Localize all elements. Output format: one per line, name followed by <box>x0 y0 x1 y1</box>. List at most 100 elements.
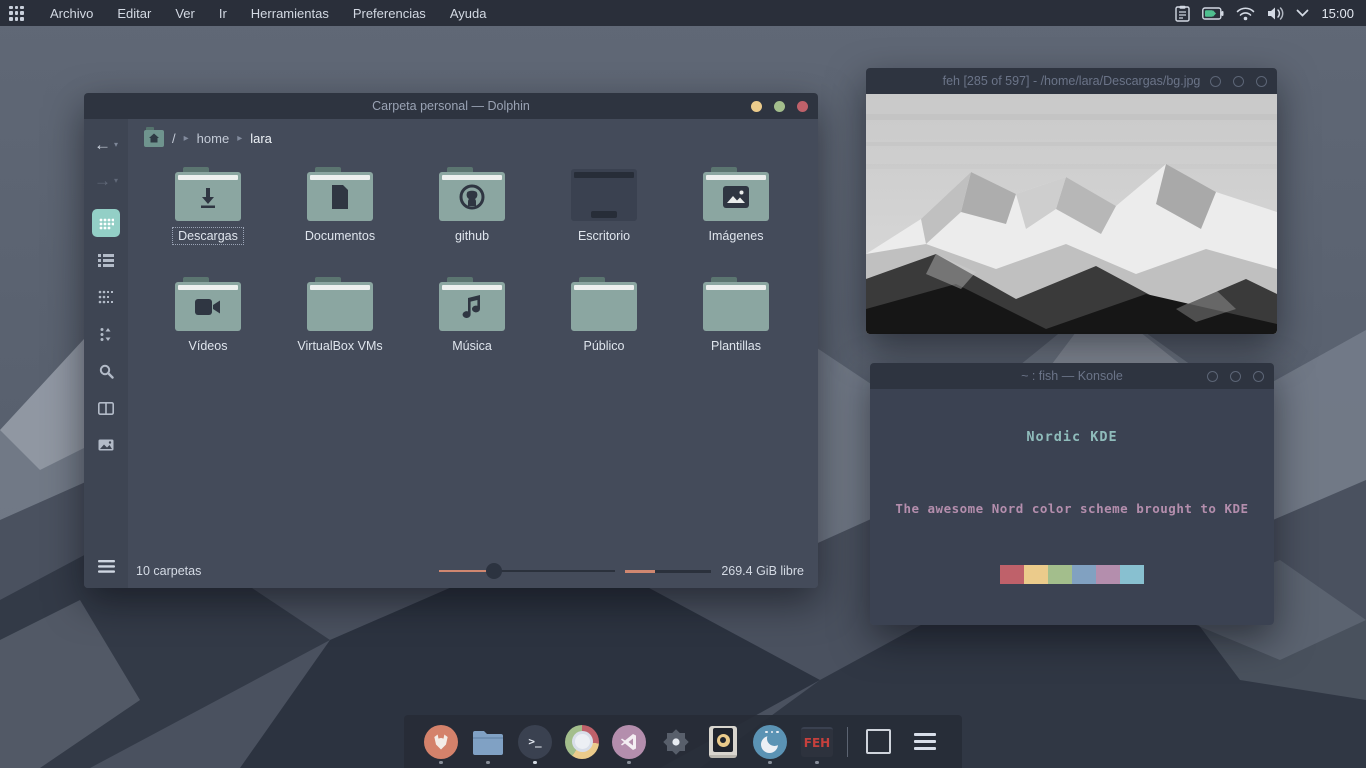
wifi-icon[interactable] <box>1236 6 1255 21</box>
feh-titlebar[interactable]: feh [285 of 597] - /home/lara/Descargas/… <box>866 68 1277 94</box>
slider-knob[interactable] <box>486 563 502 579</box>
chevron-down-icon[interactable] <box>1296 9 1309 17</box>
dock-code-editor[interactable] <box>612 722 646 762</box>
clipboard-icon[interactable] <box>1175 5 1190 22</box>
terminal-message: The awesome Nord color scheme brought to… <box>870 501 1274 516</box>
hamburger-icon <box>914 733 936 750</box>
dolphin-titlebar[interactable]: Carpeta personal — Dolphin <box>84 93 818 119</box>
maximize-button[interactable] <box>1230 371 1241 382</box>
folder-image-icon <box>703 167 769 221</box>
maximize-button[interactable] <box>774 101 785 112</box>
feh-window: feh [285 of 597] - /home/lara/Descargas/… <box>866 68 1277 334</box>
dock-firefox[interactable] <box>424 722 458 762</box>
breadcrumb-home[interactable]: home <box>197 131 230 146</box>
desktop-icon <box>571 167 637 221</box>
minimize-button[interactable] <box>751 101 762 112</box>
menu-herramientas[interactable]: Herramientas <box>239 0 341 26</box>
feh-logo: FEH <box>804 736 830 750</box>
moon-icon <box>761 736 778 753</box>
sort-icon <box>99 327 113 342</box>
dock-settings[interactable] <box>659 722 693 762</box>
folder-document-icon <box>307 167 373 221</box>
terminal-content[interactable]: Nordic KDE The awesome Nord color scheme… <box>870 389 1274 625</box>
breadcrumb-separator-icon: ▸ <box>237 133 242 144</box>
list-view-button[interactable] <box>92 246 120 274</box>
folder-documentos[interactable]: Documentos <box>274 163 406 273</box>
close-button[interactable] <box>1256 76 1267 87</box>
folder-label: Plantillas <box>706 338 766 354</box>
volume-icon[interactable] <box>1267 6 1284 21</box>
minimize-button[interactable] <box>1210 76 1221 87</box>
swatch-green <box>1048 565 1072 584</box>
preview-image-icon <box>98 439 114 451</box>
dock-chromium[interactable] <box>565 722 599 762</box>
menu-ver[interactable]: Ver <box>163 0 207 26</box>
split-view-button[interactable] <box>92 394 120 422</box>
dock-media-player[interactable] <box>706 722 740 762</box>
folder-virtualbox-vms[interactable]: VirtualBox VMs <box>274 273 406 383</box>
search-button[interactable] <box>92 357 120 385</box>
folder-plain-icon <box>571 277 637 331</box>
icons-view-button[interactable] <box>92 209 120 237</box>
breadcrumb-lara[interactable]: lara <box>250 131 272 146</box>
clock[interactable]: 15:00 <box>1321 6 1354 21</box>
dolphin-menu-button[interactable] <box>98 560 115 578</box>
forward-arrow-icon: → <box>94 172 111 189</box>
folder-plantillas[interactable]: Plantillas <box>670 273 802 383</box>
breadcrumb: / ▸ home ▸ lara <box>128 119 818 157</box>
preview-button[interactable] <box>92 431 120 459</box>
icon-zoom-slider[interactable] <box>439 563 615 579</box>
folder-videos[interactable]: Vídeos <box>142 273 274 383</box>
menu-ir[interactable]: Ir <box>207 0 239 26</box>
firefox-fox-icon <box>431 732 451 752</box>
folder-label: Imágenes <box>704 228 769 244</box>
folder-plain-icon <box>703 277 769 331</box>
swatch-red <box>1000 565 1024 584</box>
gear-icon <box>659 725 693 759</box>
folder-label: Documentos <box>300 228 380 244</box>
desktop-square-icon <box>866 729 891 754</box>
close-button[interactable] <box>1253 371 1264 382</box>
swatch-yellow <box>1024 565 1048 584</box>
menu-editar[interactable]: Editar <box>105 0 163 26</box>
folder-plain-icon <box>307 277 373 331</box>
code-ribbon-icon <box>620 733 638 751</box>
dock-feh[interactable]: FEH <box>800 722 834 762</box>
dock-night-app[interactable] <box>753 722 787 762</box>
konsole-titlebar[interactable]: ~ : fish — Konsole <box>870 363 1274 389</box>
hamburger-icon <box>98 560 115 573</box>
menu-ayuda[interactable]: Ayuda <box>438 0 499 26</box>
dolphin-window: Carpeta personal — Dolphin ← ▾ → ▾ <box>84 93 818 588</box>
folder-publico[interactable]: Público <box>538 273 670 383</box>
folder-imagenes[interactable]: Imágenes <box>670 163 802 273</box>
dock-show-desktop[interactable] <box>861 722 895 762</box>
breadcrumb-root[interactable]: / <box>172 131 176 146</box>
konsole-window: ~ : fish — Konsole Nordic KDE The awesom… <box>870 363 1274 625</box>
details-view-button[interactable] <box>92 283 120 311</box>
minimize-button[interactable] <box>1207 371 1218 382</box>
back-button[interactable]: ← ▾ <box>94 129 118 159</box>
folder-github[interactable]: github <box>406 163 538 273</box>
home-folder-icon[interactable] <box>144 130 164 147</box>
folder-video-icon <box>175 277 241 331</box>
folder-label: Música <box>447 338 497 354</box>
dock-terminal[interactable]: >_ <box>518 722 552 762</box>
folder-icon <box>472 729 504 755</box>
folder-label: Público <box>579 338 630 354</box>
folder-escritorio[interactable]: Escritorio <box>538 163 670 273</box>
menu-archivo[interactable]: Archivo <box>38 0 105 26</box>
details-view-icon <box>98 290 114 304</box>
folder-musica[interactable]: Música <box>406 273 538 383</box>
dock-menu[interactable] <box>908 722 942 762</box>
dock-file-manager[interactable] <box>471 722 505 762</box>
battery-icon[interactable] <box>1202 7 1224 20</box>
close-button[interactable] <box>797 101 808 112</box>
sort-button[interactable] <box>92 320 120 348</box>
dolphin-statusbar: 10 carpetas 269.4 GiB libre <box>128 554 818 588</box>
top-menu-bar: Archivo Editar Ver Ir Herramientas Prefe… <box>0 0 1366 26</box>
maximize-button[interactable] <box>1233 76 1244 87</box>
app-launcher-icon[interactable] <box>9 6 24 21</box>
menu-preferencias[interactable]: Preferencias <box>341 0 438 26</box>
folder-descargas[interactable]: Descargas <box>142 163 274 273</box>
forward-button[interactable]: → ▾ <box>94 165 118 195</box>
